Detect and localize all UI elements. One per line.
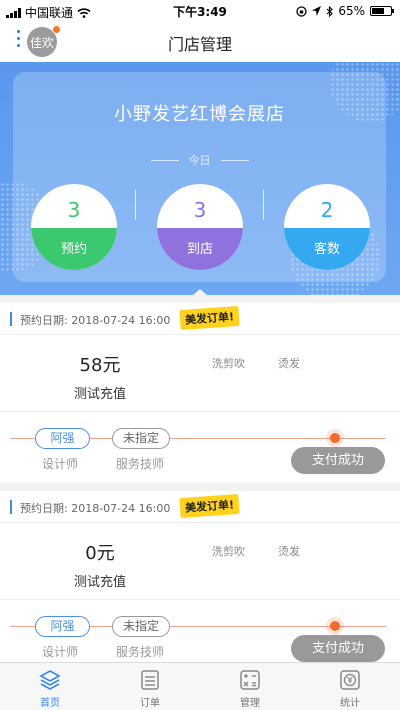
progress-dot	[330, 621, 340, 631]
tab-label: 订单	[140, 698, 160, 709]
order-date: 预约日期: 2018-07-24 16:00	[20, 502, 171, 515]
tab-orders[interactable]: 订单	[120, 669, 180, 709]
technician-pill[interactable]: 未指定	[112, 428, 170, 449]
order-date: 预约日期: 2018-07-24 16:00	[20, 314, 171, 327]
order-product: 测试充值	[73, 575, 126, 590]
technician-pill[interactable]: 未指定	[112, 616, 170, 637]
designer-pill[interactable]: 阿强	[35, 616, 90, 637]
order-price: 0元	[85, 543, 115, 564]
designer-role-label: 设计师	[42, 457, 79, 471]
store-summary-banner: 小野发艺红博会展店 今日 3 预约 3 到店 2 客数	[0, 62, 400, 295]
stat-value: 3	[193, 198, 207, 222]
tab-label: 首页	[40, 698, 60, 709]
location-icon	[312, 6, 322, 16]
order-type-tag: 美发订单!	[179, 493, 240, 519]
tab-manage[interactable]: 管理	[220, 669, 280, 709]
stat-label: 客数	[284, 228, 370, 270]
stat-appointments[interactable]: 3 预约	[31, 184, 117, 270]
designer-pill[interactable]: 阿强	[35, 428, 90, 449]
stat-value: 2	[320, 198, 334, 222]
tab-label: 统计	[340, 698, 360, 709]
today-label-row: 今日	[13, 152, 386, 168]
stat-label: 到店	[157, 228, 243, 270]
orientation-lock-icon	[296, 5, 307, 17]
tab-label: 管理	[240, 698, 260, 709]
order-card[interactable]: 预约日期: 2018-07-24 16:00 美发订单! 0元 测试充值 洗剪吹…	[0, 491, 400, 662]
status-right: 65%	[296, 4, 394, 18]
yen-icon	[340, 670, 360, 690]
tab-home[interactable]: 首页	[20, 669, 80, 709]
stat-customers[interactable]: 2 客数	[284, 184, 370, 270]
app-header: 佳欢 门店管理	[0, 22, 400, 62]
today-label: 今日	[188, 154, 211, 167]
order-icon	[141, 670, 159, 690]
order-service: 洗剪吹	[212, 357, 245, 370]
layers-icon	[39, 670, 61, 690]
order-date-row: 预约日期: 2018-07-24 16:00 美发订单!	[0, 303, 400, 335]
banner-notch	[193, 289, 207, 295]
bottom-tab-bar: 首页 订单 管理 统计	[0, 662, 400, 710]
stat-arrivals[interactable]: 3 到店	[157, 184, 243, 270]
stat-value: 3	[67, 198, 81, 222]
order-service: 烫发	[278, 545, 300, 558]
bluetooth-icon	[326, 5, 334, 17]
order-card[interactable]: 预约日期: 2018-07-24 16:00 美发订单! 58元 测试充值 洗剪…	[0, 303, 400, 483]
calculator-icon	[240, 670, 260, 690]
store-name: 小野发艺红博会展店	[114, 104, 285, 125]
battery-icon	[370, 6, 394, 16]
payment-status-button[interactable]: 支付成功	[291, 635, 385, 662]
store-card: 小野发艺红博会展店 今日 3 预约 3 到店 2 客数	[13, 72, 386, 282]
page-title: 门店管理	[167, 35, 232, 54]
designer-role-label: 设计师	[42, 645, 79, 659]
order-date-row: 预约日期: 2018-07-24 16:00 美发订单!	[0, 491, 400, 523]
order-price: 58元	[79, 355, 121, 376]
stat-label: 预约	[31, 228, 117, 270]
order-product: 测试充值	[73, 387, 126, 402]
stat-divider	[135, 190, 136, 220]
technician-role-label: 服务技师	[116, 457, 165, 471]
technician-role-label: 服务技师	[116, 645, 165, 659]
order-type-tag: 美发订单!	[179, 305, 240, 331]
battery-percent: 65%	[338, 4, 365, 18]
progress-dot	[330, 433, 340, 443]
tab-stats[interactable]: 统计	[320, 669, 380, 709]
stat-divider	[263, 190, 264, 220]
order-service: 洗剪吹	[212, 545, 245, 558]
status-bar: 中国联通 下午3:49 65%	[0, 0, 400, 22]
order-service: 烫发	[278, 357, 300, 370]
payment-status-button[interactable]: 支付成功	[291, 447, 385, 474]
